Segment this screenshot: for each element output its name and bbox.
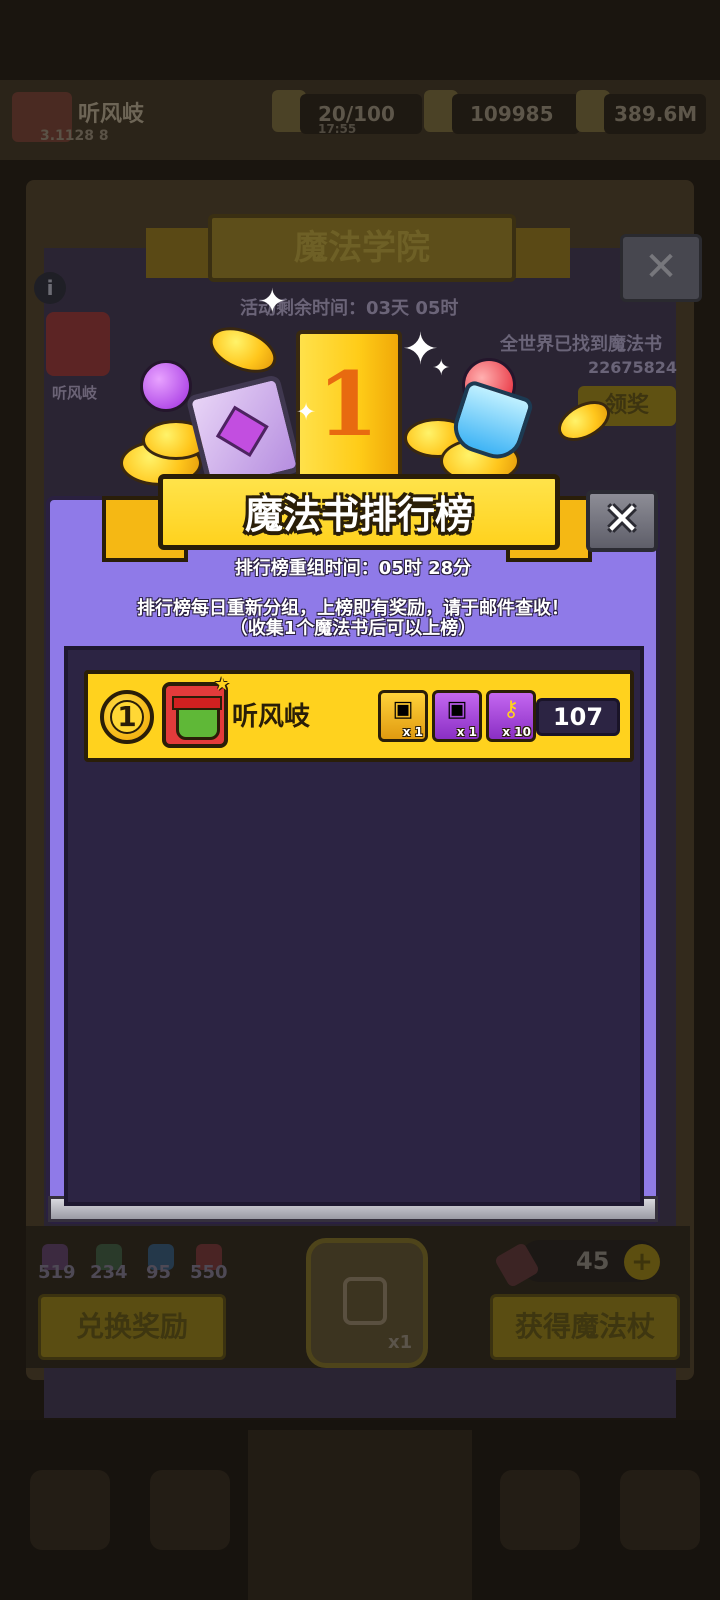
star-icon: ★ <box>214 674 231 695</box>
reward-qty: x 10 <box>502 725 531 739</box>
purple-orb-icon <box>140 360 192 412</box>
event-player-avatar[interactable] <box>46 312 110 376</box>
energy-timer: 17:55 <box>318 122 357 136</box>
top-player-power: 3.1128 8 <box>40 128 109 144</box>
event-title: 魔法学院 <box>208 214 516 282</box>
reset-time-label: 排行榜重组时间：05时 28分 <box>234 558 472 579</box>
get-wand-button[interactable]: 获得魔法杖 <box>490 1294 680 1360</box>
golden-key-icon: ⚷ <box>502 697 520 722</box>
stat-red: 550 <box>190 1262 228 1283</box>
golden-chest-icon: ▣ <box>392 697 414 722</box>
event-close-button[interactable]: ✕ <box>620 234 702 302</box>
book-gem-icon <box>215 405 269 458</box>
player-score: 107 <box>536 698 620 736</box>
sparkle-icon: ✦ <box>296 398 317 426</box>
stat-green: 234 <box>90 1262 128 1283</box>
nav-battle-tab[interactable] <box>248 1430 472 1600</box>
stat-blue: 95 <box>146 1262 172 1283</box>
sparkle-icon: ✦ <box>258 282 287 322</box>
reward-golden-chest[interactable]: ▣ x 1 <box>378 690 428 742</box>
nav-talent-icon[interactable] <box>500 1470 580 1550</box>
dialog-title: 魔法书排行榜 <box>244 493 473 537</box>
found-books-label: 全世界已找到魔法书 <box>500 334 662 355</box>
reward-qty: x 1 <box>456 725 477 739</box>
nav-equipment-icon[interactable] <box>150 1470 230 1550</box>
lock-icon <box>343 1277 387 1325</box>
rank-medal-icon: 1 <box>100 690 154 744</box>
description-line-2: （收集1个魔法书后可以上榜） <box>229 618 477 639</box>
found-books-count: 22675824 <box>588 358 678 377</box>
gem-counter[interactable]: 109985 <box>452 94 580 134</box>
info-icon[interactable]: i <box>34 272 66 304</box>
coin-counter[interactable]: 389.6M <box>604 94 706 134</box>
add-wand-button[interactable]: + <box>624 1244 660 1280</box>
reward-purple-chest[interactable]: ▣ x 1 <box>432 690 482 742</box>
nav-evolve-icon[interactable] <box>620 1470 700 1550</box>
sparkle-icon: ✦ <box>432 356 451 381</box>
rank-number: 1 <box>117 700 137 733</box>
stat-pink: 519 <box>38 1262 76 1283</box>
close-button[interactable]: ✕ <box>586 490 658 552</box>
nav-shop-icon[interactable] <box>30 1470 110 1550</box>
wand-count: 45 <box>576 1247 610 1275</box>
lock-multiplier: x1 <box>388 1332 413 1353</box>
reward-qty: x 1 <box>402 725 423 739</box>
top-player-name: 听风岐 <box>78 102 145 127</box>
reward-golden-key[interactable]: ⚷ x 10 <box>486 690 536 742</box>
player-name: 听风岐 <box>232 702 311 732</box>
close-icon: ✕ <box>603 494 641 545</box>
headband-icon <box>172 696 222 710</box>
event-player-name: 听风岐 <box>52 384 98 402</box>
leaderboard-row[interactable]: 1 ★ 听风岐 ▣ x 1 ▣ x 1 ⚷ x 10 107 <box>84 670 634 762</box>
purple-chest-icon: ▣ <box>446 697 468 722</box>
exchange-reward-button[interactable]: 兑换奖励 <box>38 1294 226 1360</box>
